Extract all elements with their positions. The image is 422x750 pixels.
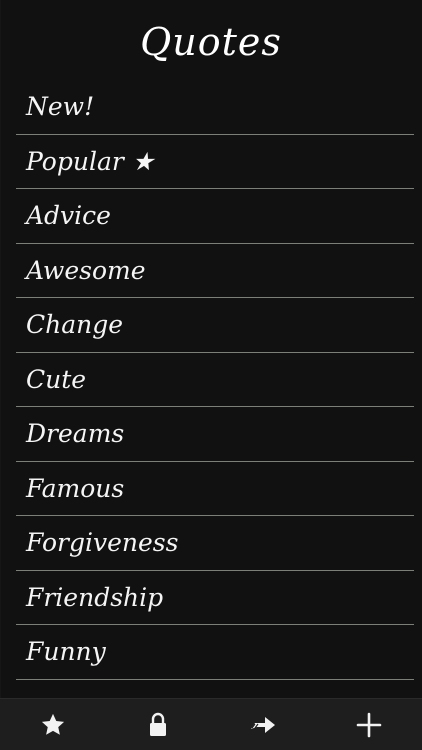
list-item-friendship[interactable]: Friendship (16, 571, 414, 625)
share-button[interactable] (234, 703, 294, 747)
list-item-label: Dreams (26, 419, 125, 449)
list-item-label: Popular ★ (26, 146, 155, 176)
list-item-cute[interactable]: Cute (16, 353, 414, 407)
category-list: New! Popular ★ Advice Awesome Change Cut… (16, 80, 414, 680)
list-item-dreams[interactable]: Dreams (16, 407, 414, 462)
bottom-toolbar (0, 698, 422, 750)
list-item-label: Forgiveness (26, 528, 179, 558)
lock-icon (150, 712, 167, 736)
list-item-label: Friendship (26, 582, 164, 612)
list-item-change[interactable]: Change (16, 298, 414, 353)
quotes-app: Quotes New! Popular ★ Advice Awesome Cha… (0, 0, 422, 750)
list-item-label: Awesome (26, 255, 146, 285)
star-icon (41, 713, 64, 735)
list-item-forgiveness[interactable]: Forgiveness (16, 516, 414, 571)
list-item-popular[interactable]: Popular ★ (16, 135, 414, 189)
share-arrow-icon (250, 716, 275, 733)
plus-icon (356, 712, 382, 737)
list-item-label: Change (26, 310, 124, 340)
list-item-funny[interactable]: Funny (16, 625, 414, 680)
list-item-famous[interactable]: Famous (16, 462, 414, 516)
list-item-label: Famous (26, 473, 125, 503)
list-item-label: New! (26, 92, 95, 122)
list-item-awesome[interactable]: Awesome (16, 244, 414, 298)
add-button[interactable] (339, 703, 399, 747)
list-item-label: Cute (26, 364, 87, 394)
list-item-advice[interactable]: Advice (16, 189, 414, 244)
lock-button[interactable] (128, 703, 188, 747)
favorites-button[interactable] (23, 703, 83, 747)
list-item-label: Funny (26, 637, 106, 667)
list-item-label: Advice (26, 201, 111, 231)
page-title: Quotes (140, 20, 282, 64)
list-item-new[interactable]: New! (16, 80, 414, 135)
